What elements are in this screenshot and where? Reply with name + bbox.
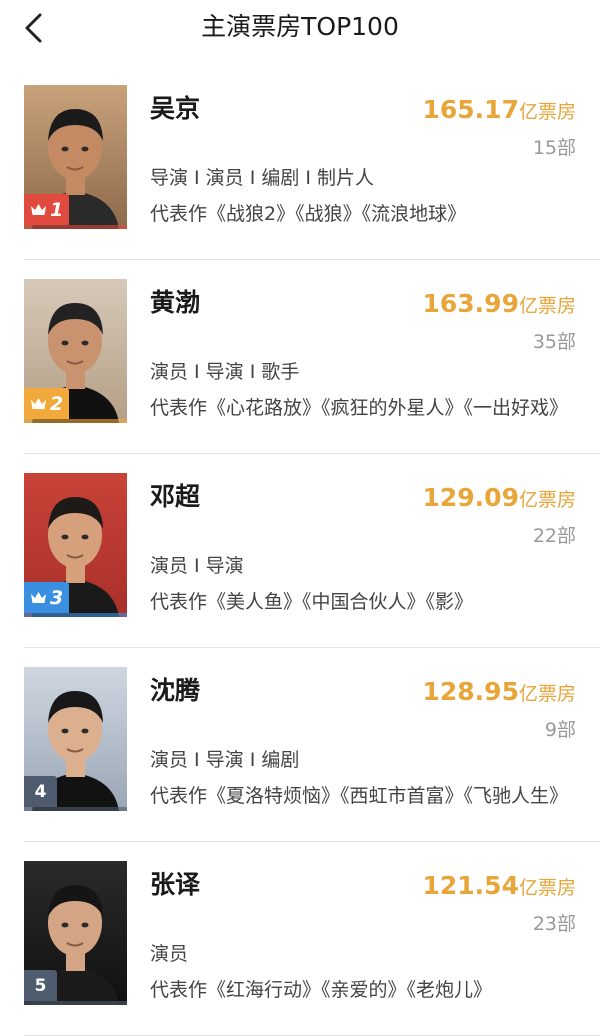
roles: 演员 I 导演 I 歌手 <box>150 361 300 383</box>
rank-number: 4 <box>34 781 47 802</box>
film-count: 15部 <box>532 137 576 159</box>
rank-badge: 2 <box>24 388 70 419</box>
list-item[interactable]: 1 吴京 165.17亿票房 15部 导演 I 演员 I 编剧 I 制片人 代表… <box>0 66 600 260</box>
actor-name[interactable]: 张译 <box>150 869 200 901</box>
roles: 导演 I 演员 I 编剧 I 制片人 <box>150 167 375 189</box>
box-office-unit: 亿票房 <box>518 683 576 705</box>
badge-underline <box>24 1001 127 1005</box>
box-office-unit: 亿票房 <box>518 877 576 899</box>
box-office[interactable]: 163.99亿票房 <box>423 289 577 318</box>
representative-works: 代表作《美人鱼》《中国合伙人》《影》 <box>150 591 474 613</box>
film-count: 22部 <box>532 525 576 547</box>
film-count: 9部 <box>544 719 576 741</box>
rank-badge: 5 <box>24 970 57 1001</box>
list-item[interactable]: 5 张译 121.54亿票房 23部 演员 代表作《红海行动》《亲爱的》《老炮儿… <box>0 842 600 1036</box>
box-office[interactable]: 121.54亿票房 <box>423 871 577 900</box>
actor-name[interactable]: 黄渤 <box>150 287 200 319</box>
badge-underline <box>24 807 127 811</box>
rank-number: 2 <box>50 392 64 415</box>
list-item[interactable]: 3 邓超 129.09亿票房 22部 演员 I 导演 代表作《美人鱼》《中国合伙… <box>0 454 600 648</box>
avatar[interactable]: 2 <box>24 279 127 423</box>
badge-underline <box>24 419 127 423</box>
box-office-value: 163.99 <box>422 289 519 318</box>
roles: 演员 I 导演 <box>150 555 244 577</box>
rank-number: 5 <box>34 975 47 996</box>
box-office[interactable]: 129.09亿票房 <box>423 483 577 512</box>
box-office[interactable]: 165.17亿票房 <box>423 95 577 124</box>
representative-works: 代表作《夏洛特烦恼》《西虹市首富》《飞驰人生》 <box>150 785 569 807</box>
crown-icon <box>30 591 47 604</box>
rank-number: 3 <box>50 586 64 609</box>
box-office-unit: 亿票房 <box>518 101 576 123</box>
actor-name[interactable]: 邓超 <box>150 481 200 513</box>
actor-name[interactable]: 沈腾 <box>150 675 200 707</box>
box-office-value: 128.95 <box>422 677 519 706</box>
page-title: 主演票房TOP100 <box>201 12 399 41</box>
list-item-content: 4 沈腾 128.95亿票房 9部 演员 I 导演 I 编剧 代表作《夏洛特烦恼… <box>24 667 576 811</box>
nav-bar: 主演票房TOP100 <box>0 0 600 56</box>
badge-underline <box>24 225 127 229</box>
roles: 演员 <box>150 943 189 965</box>
badge-underline <box>24 613 127 617</box>
film-count: 35部 <box>532 331 576 353</box>
rank-number: 1 <box>50 198 64 221</box>
avatar[interactable]: 1 <box>24 85 127 229</box>
box-office-value: 121.54 <box>422 871 519 900</box>
actor-list: 1 吴京 165.17亿票房 15部 导演 I 演员 I 编剧 I 制片人 代表… <box>0 66 600 1036</box>
list-item-content: 5 张译 121.54亿票房 23部 演员 代表作《红海行动》《亲爱的》《老炮儿… <box>24 861 576 1005</box>
crown-icon <box>30 397 47 410</box>
crown-icon <box>30 203 47 216</box>
avatar[interactable]: 3 <box>24 473 127 617</box>
box-office-value: 165.17 <box>422 95 519 124</box>
avatar[interactable]: 4 <box>24 667 127 811</box>
representative-works: 代表作《战狼2》《战狼》《流浪地球》 <box>150 203 467 225</box>
box-office[interactable]: 128.95亿票房 <box>423 677 577 706</box>
film-count: 23部 <box>532 913 576 935</box>
box-office-unit: 亿票房 <box>518 489 576 511</box>
list-item-content: 1 吴京 165.17亿票房 15部 导演 I 演员 I 编剧 I 制片人 代表… <box>24 85 576 229</box>
rank-badge: 3 <box>24 582 70 613</box>
actor-name[interactable]: 吴京 <box>150 93 200 125</box>
list-item[interactable]: 2 黄渤 163.99亿票房 35部 演员 I 导演 I 歌手 代表作《心花路放… <box>0 260 600 454</box>
box-office-unit: 亿票房 <box>518 295 576 317</box>
list-item-content: 3 邓超 129.09亿票房 22部 演员 I 导演 代表作《美人鱼》《中国合伙… <box>24 473 576 617</box>
avatar[interactable]: 5 <box>24 861 127 1005</box>
rank-badge: 1 <box>24 194 70 225</box>
representative-works: 代表作《红海行动》《亲爱的》《老炮儿》 <box>150 979 493 1001</box>
representative-works: 代表作《心花路放》《疯狂的外星人》《一出好戏》 <box>150 397 569 419</box>
rank-badge: 4 <box>24 776 57 807</box>
roles: 演员 I 导演 I 编剧 <box>150 749 300 771</box>
list-item-content: 2 黄渤 163.99亿票房 35部 演员 I 导演 I 歌手 代表作《心花路放… <box>24 279 576 423</box>
box-office-value: 129.09 <box>422 483 519 512</box>
list-item[interactable]: 4 沈腾 128.95亿票房 9部 演员 I 导演 I 编剧 代表作《夏洛特烦恼… <box>0 648 600 842</box>
